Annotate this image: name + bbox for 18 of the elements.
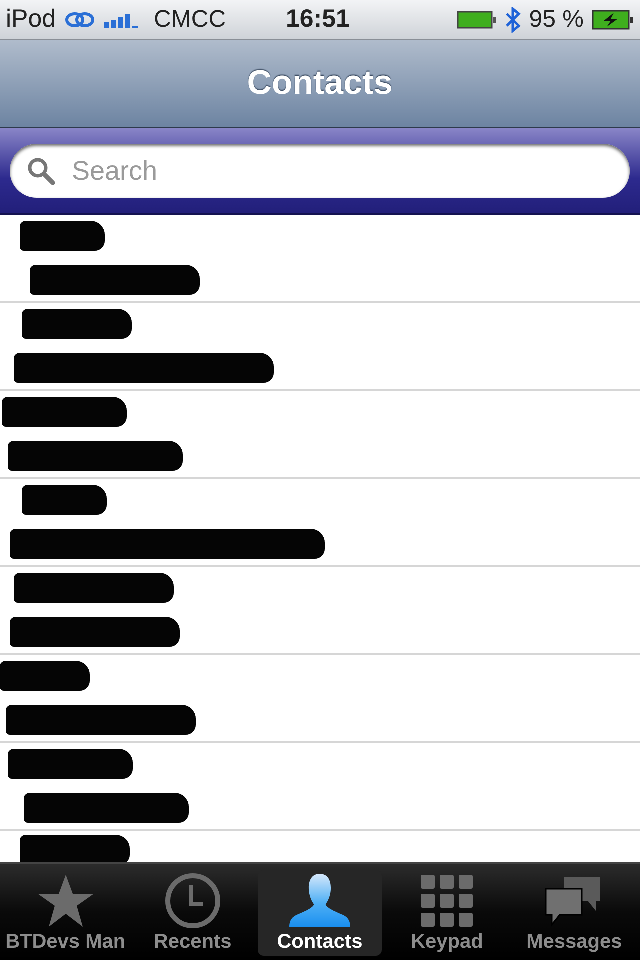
tab-button[interactable]: Recents xyxy=(131,870,254,956)
search-field[interactable]: Search xyxy=(10,144,630,198)
keypad-icon xyxy=(419,873,476,929)
tab-button[interactable]: Messages xyxy=(512,870,636,956)
battery-icon xyxy=(457,10,498,30)
charging-battery-icon xyxy=(592,8,634,30)
battery-percent: 95 % xyxy=(529,6,584,34)
clock-time: 16:51 xyxy=(286,5,350,34)
nav-title: Contacts xyxy=(247,64,393,103)
device-name: iPod xyxy=(6,5,56,34)
tab-button[interactable]: BTDevs Man xyxy=(4,870,128,956)
link-icon xyxy=(64,10,96,30)
star-icon xyxy=(36,873,96,929)
carrier-name: CMCC xyxy=(154,6,226,34)
bluetooth-icon xyxy=(505,6,522,32)
person-icon xyxy=(288,872,352,929)
clock-icon xyxy=(162,873,223,929)
tab-button[interactable]: Keypad xyxy=(386,870,509,956)
